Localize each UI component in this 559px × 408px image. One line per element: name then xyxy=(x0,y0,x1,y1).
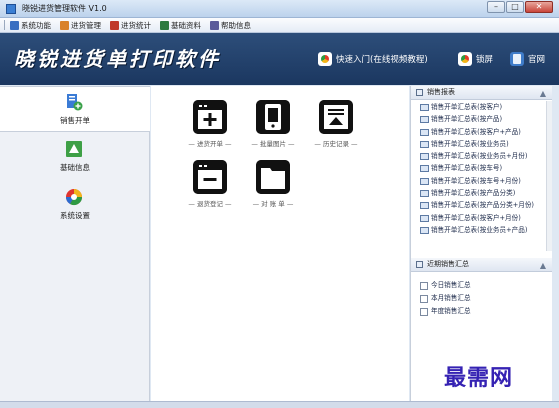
report-link[interactable]: 销售开单汇总表(按业务员+月份) xyxy=(411,150,552,162)
monthly-header-label: 近期销售汇总 xyxy=(427,260,469,268)
nav-item-basic-info[interactable]: 基础信息 xyxy=(0,134,150,180)
tile-statement[interactable]: — 对 账 单 — xyxy=(248,160,298,216)
nav-label-sales-order: 销售开单 xyxy=(60,116,90,125)
reports-scrollbar[interactable] xyxy=(546,101,552,251)
toolbar-data-button[interactable]: 基础资料 xyxy=(160,20,201,31)
monthly-summary-link[interactable]: 今日销售汇总 xyxy=(411,279,552,292)
system-icon xyxy=(10,20,19,30)
main-workspace: — 进货开单 — — 批量图片 — — 历史记录 — — 退货登记 — — 对 … xyxy=(151,86,409,401)
history-icon xyxy=(319,100,353,134)
report-link[interactable]: 销售开单汇总表(按车号) xyxy=(411,162,552,174)
toolbar-purchase-label: 进货管理 xyxy=(71,20,101,30)
reports-header[interactable]: 销售报表 ▲ xyxy=(411,86,552,100)
help-icon xyxy=(210,20,219,30)
monthly-header[interactable]: 近期销售汇总 ▲ xyxy=(411,258,552,272)
tile-new-order[interactable]: — 进货开单 — xyxy=(185,100,235,156)
report-link[interactable]: 销售开单汇总表(按业务员+产品) xyxy=(411,224,552,236)
header-banner: 晓锐进货单打印软件 快速入门(在线视频教程) 锁屏 官网 xyxy=(0,33,559,85)
maximize-button[interactable]: □ xyxy=(506,1,524,13)
watermark-text: 最需网 xyxy=(444,365,514,391)
statement-icon xyxy=(256,160,290,194)
collapse-icon: ▲ xyxy=(539,89,546,98)
window-title: 晓锐进货管理软件 V1.0 xyxy=(22,4,107,13)
report-link[interactable]: 销售开单汇总表(按产品分类) xyxy=(411,187,552,199)
tile-history[interactable]: — 历史记录 — xyxy=(311,100,361,156)
start-icon xyxy=(318,52,332,66)
nav-item-sales-order[interactable]: 销售开单 xyxy=(0,86,150,132)
toolbar-stats-label: 进货统计 xyxy=(121,20,151,30)
website-icon xyxy=(510,52,524,66)
nav-label-settings: 系统设置 xyxy=(60,211,90,220)
new-order-icon xyxy=(193,100,227,134)
tile-statement-label: — 对 账 单 — xyxy=(252,200,294,208)
toolbar-system-button[interactable]: 系统功能 xyxy=(10,20,51,31)
tile-new-order-label: — 进货开单 — xyxy=(188,140,232,148)
report-link[interactable]: 销售开单汇总表(按客户+产品) xyxy=(411,126,552,138)
toolbar-purchase-button[interactable]: 进货管理 xyxy=(60,20,101,31)
app-icon xyxy=(6,4,16,14)
minimize-button[interactable]: – xyxy=(487,1,505,13)
toolbar-help-label: 帮助信息 xyxy=(221,20,251,30)
toolbar-data-label: 基础资料 xyxy=(171,20,201,30)
monthly-list: 今日销售汇总 本月销售汇总 年度销售汇总 xyxy=(411,279,552,318)
right-panel: 销售报表 ▲ 销售开单汇总表(按客户) 销售开单汇总表(按产品) 销售开单汇总表… xyxy=(410,86,552,401)
quick-start-label: 快速入门(在线视频教程) xyxy=(336,55,428,65)
stats-icon xyxy=(110,20,119,30)
website-label: 官网 xyxy=(528,55,546,65)
purchase-icon xyxy=(60,20,69,30)
monthly-summary-link[interactable]: 本月销售汇总 xyxy=(411,292,552,305)
quick-start-link[interactable]: 快速入门(在线视频教程) xyxy=(318,52,428,66)
toolbar-grip xyxy=(4,20,5,30)
nav-label-basic-info: 基础信息 xyxy=(60,163,90,172)
basic-info-icon xyxy=(66,141,82,157)
tile-return[interactable]: — 退货登记 — xyxy=(185,160,235,216)
tile-batch-images[interactable]: — 批量图片 — xyxy=(248,100,298,156)
title-bar: 晓锐进货管理软件 V1.0 – □ ✕ xyxy=(0,0,559,18)
monthly-summary-link[interactable]: 年度销售汇总 xyxy=(411,305,552,318)
reports-header-label: 销售报表 xyxy=(427,88,455,96)
summary-icon xyxy=(416,261,423,268)
report-link[interactable]: 销售开单汇总表(按产品分类+月份) xyxy=(411,199,552,211)
tile-batch-images-label: — 批量图片 — xyxy=(251,140,295,148)
report-link[interactable]: 销售开单汇总表(按业务员) xyxy=(411,138,552,150)
report-link[interactable]: 销售开单汇总表(按车号+月份) xyxy=(411,175,552,187)
settings-icon xyxy=(65,189,83,206)
left-navigation: 销售开单 基础信息 系统设置 xyxy=(0,86,150,401)
report-link[interactable]: 销售开单汇总表(按产品) xyxy=(411,113,552,125)
lock-screen-link[interactable]: 锁屏 xyxy=(458,52,493,66)
sales-order-icon xyxy=(67,94,83,111)
tile-return-label: — 退货登记 — xyxy=(188,200,232,208)
lock-icon xyxy=(458,52,472,66)
return-icon xyxy=(193,160,227,194)
report-link[interactable]: 销售开单汇总表(按客户) xyxy=(411,101,552,113)
lock-screen-label: 锁屏 xyxy=(476,55,494,65)
toolbar-help-button[interactable]: 帮助信息 xyxy=(210,20,251,31)
nav-item-settings[interactable]: 系统设置 xyxy=(0,182,150,228)
phone-icon xyxy=(256,100,290,134)
window-controls: – □ ✕ xyxy=(487,1,553,13)
report-icon xyxy=(416,89,423,96)
menu-toolbar: 系统功能 进货管理 进货统计 基础资料 帮助信息 xyxy=(0,18,559,33)
toolbar-system-label: 系统功能 xyxy=(21,20,51,30)
app-logo-text: 晓锐进货单打印软件 xyxy=(14,47,221,71)
website-link[interactable]: 官网 xyxy=(510,52,545,66)
tile-history-label: — 历史记录 — xyxy=(314,140,358,148)
data-icon xyxy=(160,20,169,30)
status-bar xyxy=(0,401,559,408)
reports-list: 销售开单汇总表(按客户) 销售开单汇总表(按产品) 销售开单汇总表(按客户+产品… xyxy=(411,101,552,236)
collapse-icon: ▲ xyxy=(539,261,546,270)
close-button[interactable]: ✕ xyxy=(525,1,553,13)
report-link[interactable]: 销售开单汇总表(按客户+月份) xyxy=(411,212,552,224)
toolbar-stats-button[interactable]: 进货统计 xyxy=(110,20,151,31)
